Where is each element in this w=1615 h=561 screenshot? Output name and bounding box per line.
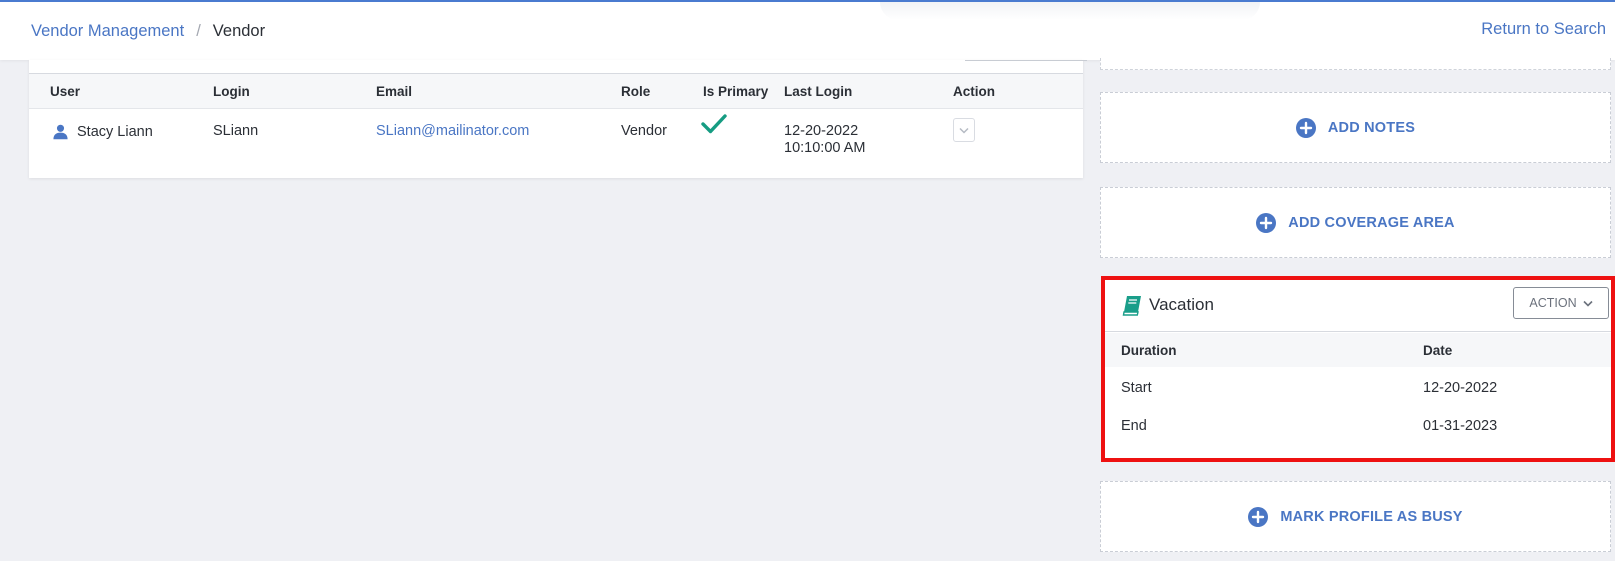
breadcrumb: Vendor Management / Vendor xyxy=(31,22,265,41)
last-login-time: 10:10:00 AM xyxy=(784,140,866,156)
vacation-card-header: Vacation ACTION xyxy=(1105,280,1611,332)
return-to-search-link[interactable]: Return to Search xyxy=(1481,20,1606,39)
vacation-date: 01-31-2023 xyxy=(1423,418,1498,434)
column-header-role: Role xyxy=(621,84,651,99)
person-icon xyxy=(53,124,68,140)
mark-profile-busy-label: MARK PROFILE AS BUSY xyxy=(1280,508,1463,525)
chevron-down-icon xyxy=(1583,300,1593,307)
vendor-users-card: User Login Email Role Is Primary Last Lo… xyxy=(29,60,1087,178)
is-primary-cell xyxy=(701,113,727,139)
column-header-action: Action xyxy=(953,84,995,99)
vacation-duration: Start xyxy=(1121,380,1152,396)
row-action-dropdown-button[interactable] xyxy=(953,118,975,142)
top-header: Vendor Management / Vendor Return to Sea… xyxy=(0,0,1615,60)
last-login-cell: 12-20-2022 10:10:00 AM xyxy=(784,123,865,157)
plus-circle-icon xyxy=(1248,506,1269,527)
table-row: Stacy Liann SLiann SLiann@mailinator.com… xyxy=(29,110,1083,176)
right-top-card-edge xyxy=(1100,58,1611,70)
users-table-header: User Login Email Role Is Primary Last Lo… xyxy=(29,73,1083,109)
add-notes-label: ADD NOTES xyxy=(1327,119,1416,136)
chevron-down-icon xyxy=(959,127,969,134)
header-overlay-shadow xyxy=(880,2,1260,20)
column-header-login: Login xyxy=(213,84,250,99)
user-login: SLiann xyxy=(213,123,259,139)
plus-circle-icon xyxy=(1256,212,1277,233)
vacation-title: Vacation xyxy=(1121,294,1214,316)
checkmark-icon xyxy=(701,114,727,134)
card-header-button-edge xyxy=(965,58,1087,61)
table-row: Start 12-20-2022 xyxy=(1105,380,1611,410)
column-header-duration: Duration xyxy=(1121,343,1177,358)
plus-circle-icon xyxy=(1295,117,1316,138)
last-login-date: 12-20-2022 xyxy=(784,123,859,139)
column-header-last-login: Last Login xyxy=(784,84,853,99)
add-coverage-area-label: ADD COVERAGE AREA xyxy=(1288,214,1455,231)
column-header-is-primary: Is Primary xyxy=(703,84,769,99)
user-name: Stacy Liann xyxy=(77,123,153,140)
breadcrumb-vendor-management-link[interactable]: Vendor Management xyxy=(31,22,184,41)
breadcrumb-separator: / xyxy=(196,22,201,40)
column-header-user: User xyxy=(50,84,81,99)
user-cell: Stacy Liann xyxy=(52,123,153,140)
mark-profile-busy-button[interactable]: MARK PROFILE AS BUSY xyxy=(1100,481,1611,552)
add-coverage-area-button[interactable]: ADD COVERAGE AREA xyxy=(1100,187,1611,258)
vacation-title-text: Vacation xyxy=(1149,295,1214,314)
table-row: End 01-31-2023 xyxy=(1105,418,1611,448)
user-role: Vendor xyxy=(621,123,667,139)
breadcrumb-current: Vendor xyxy=(212,22,266,40)
user-email-link[interactable]: SLiann@mailinator.com xyxy=(376,123,529,139)
vacation-action-button[interactable]: ACTION xyxy=(1513,287,1609,319)
vacation-date: 12-20-2022 xyxy=(1423,380,1498,396)
add-notes-button[interactable]: ADD NOTES xyxy=(1100,92,1611,163)
column-header-date: Date xyxy=(1423,343,1453,358)
vacation-duration: End xyxy=(1121,418,1147,434)
vacation-card: Vacation ACTION Duration Date Start 12-2… xyxy=(1101,276,1615,462)
book-icon xyxy=(1122,296,1141,316)
vacation-table-header: Duration Date xyxy=(1105,333,1611,367)
vacation-action-label: ACTION xyxy=(1529,296,1577,310)
column-header-email: Email xyxy=(376,84,413,99)
